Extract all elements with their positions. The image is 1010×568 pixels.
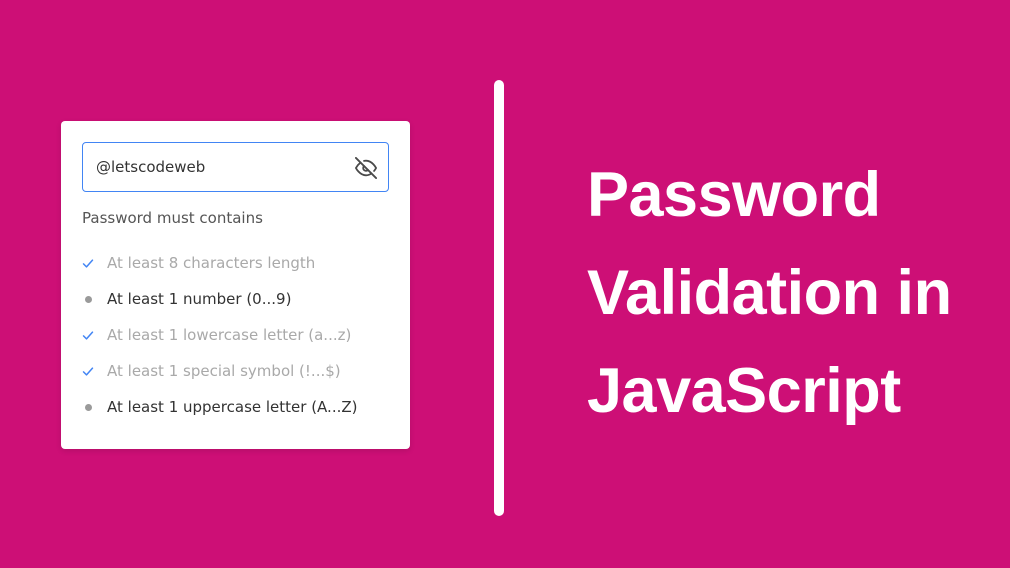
requirement-item: At least 1 special symbol (!...$) xyxy=(82,353,389,389)
password-input[interactable] xyxy=(83,143,388,191)
requirement-label: At least 1 number (0...9) xyxy=(107,290,292,308)
headline-line-1: Password xyxy=(587,160,881,230)
password-validation-card: Password must contains At least 8 charac… xyxy=(61,121,410,449)
requirement-label: At least 1 uppercase letter (A...Z) xyxy=(107,398,358,416)
requirement-item: At least 1 uppercase letter (A...Z) xyxy=(82,389,389,425)
eye-slash-icon[interactable] xyxy=(355,157,377,179)
check-icon xyxy=(82,365,94,377)
check-icon xyxy=(82,329,94,341)
requirements-list: At least 8 characters length At least 1 … xyxy=(82,245,389,425)
check-icon xyxy=(82,257,94,269)
dot-icon xyxy=(82,401,94,413)
requirements-title: Password must contains xyxy=(82,209,263,227)
headline-line-3: JavaScript xyxy=(587,356,901,426)
requirement-label: At least 8 characters length xyxy=(107,254,316,272)
requirement-item: At least 8 characters length xyxy=(82,245,389,281)
headline-line-2: Validation in xyxy=(587,258,952,328)
password-field-wrapper xyxy=(82,142,389,192)
vertical-divider xyxy=(494,80,504,516)
page-headline: Password Validation in JavaScript xyxy=(587,146,997,440)
requirement-label: At least 1 special symbol (!...$) xyxy=(107,362,341,380)
requirement-item: At least 1 lowercase letter (a...z) xyxy=(82,317,389,353)
requirement-item: At least 1 number (0...9) xyxy=(82,281,389,317)
dot-icon xyxy=(82,293,94,305)
requirement-label: At least 1 lowercase letter (a...z) xyxy=(107,326,352,344)
